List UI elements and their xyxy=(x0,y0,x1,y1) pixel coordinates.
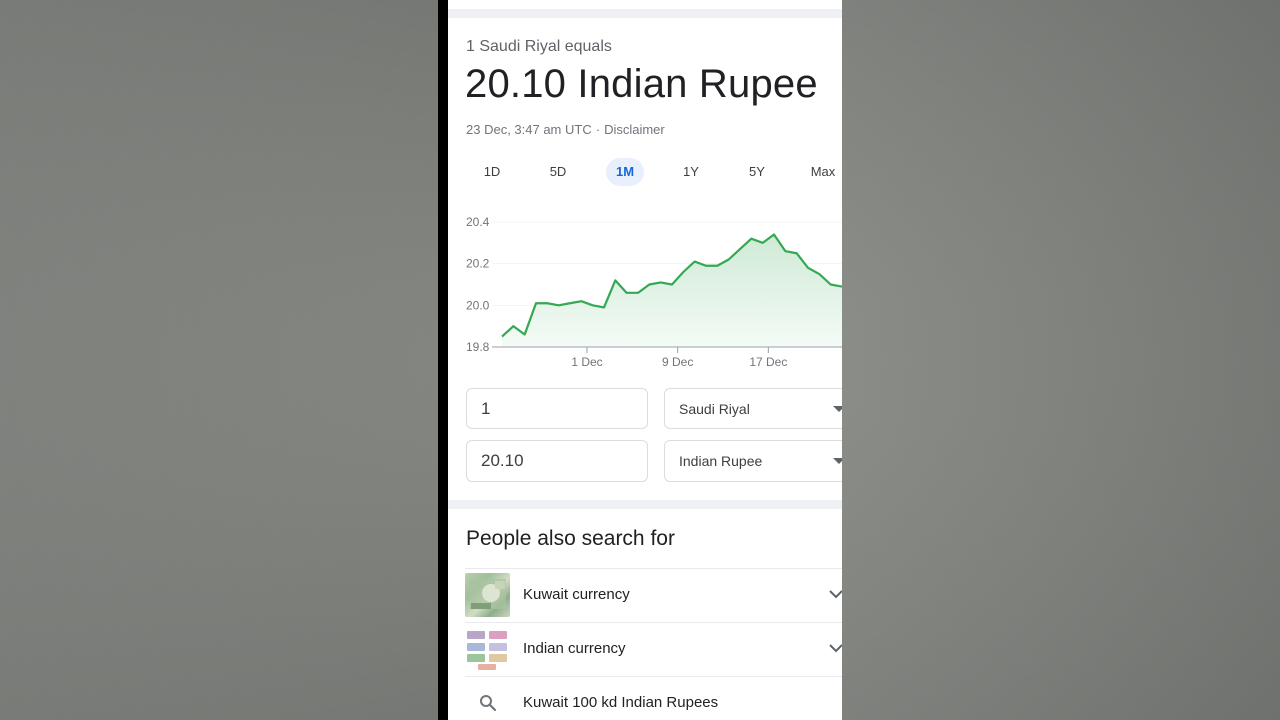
indian-currency-thumbnail xyxy=(465,627,510,671)
tab-1m[interactable]: 1M xyxy=(606,158,644,186)
kuwait-currency-thumbnail xyxy=(465,573,510,617)
x-tick-label: 1 Dec xyxy=(571,355,602,369)
black-bar xyxy=(438,0,448,720)
amount-from-input[interactable]: 1 xyxy=(466,388,648,429)
amount-to-input[interactable]: 20.10 xyxy=(466,440,648,482)
currency-converter-card: 1 Saudi Riyal equals 20.10 Indian Rupee … xyxy=(448,18,842,500)
pasf-item-kuwait-100kd[interactable]: Kuwait 100 kd Indian Rupees xyxy=(465,676,842,720)
exchange-rate-chart: 20.4 20.2 20.0 19.8 1 Dec 9 Dec 17 Dec xyxy=(448,208,842,378)
currency-from-value: Saudi Riyal xyxy=(679,401,750,417)
y-tick-label: 20.0 xyxy=(466,298,490,312)
converter-subtitle: 1 Saudi Riyal equals xyxy=(466,38,612,55)
tab-max[interactable]: Max xyxy=(804,158,842,186)
pasf-item-label: Kuwait 100 kd Indian Rupees xyxy=(523,694,719,711)
pasf-item-kuwait-currency[interactable]: Kuwait currency xyxy=(465,568,842,622)
video-background-right xyxy=(842,0,1280,720)
caret-down-icon xyxy=(833,458,842,464)
currency-from-select[interactable]: Saudi Riyal xyxy=(664,388,842,429)
chevron-down-icon[interactable] xyxy=(826,584,842,604)
timestamp: 23 Dec, 3:47 am UTC xyxy=(466,122,592,137)
meta-separator: · xyxy=(595,122,601,137)
tab-5y[interactable]: 5Y xyxy=(739,158,775,186)
amount-to-value: 20.10 xyxy=(481,451,524,470)
currency-to-select[interactable]: Indian Rupee xyxy=(664,440,842,482)
conversion-meta: 23 Dec, 3:47 am UTC · Disclaimer xyxy=(466,122,665,137)
y-tick-label: 20.2 xyxy=(466,257,490,271)
currency-to-value: Indian Rupee xyxy=(679,453,763,469)
y-tick-label: 19.8 xyxy=(466,340,490,354)
section-divider-top xyxy=(448,9,842,18)
tab-1d[interactable]: 1D xyxy=(474,158,510,186)
tab-5d[interactable]: 5D xyxy=(540,158,576,186)
people-also-search-title: People also search for xyxy=(466,527,675,550)
x-tick-label: 9 Dec xyxy=(662,355,693,369)
range-tabs: 1D 5D 1M 1Y 5Y Max xyxy=(448,158,842,188)
chevron-down-icon[interactable] xyxy=(826,638,842,658)
amount-from-value: 1 xyxy=(481,399,491,418)
caret-down-icon xyxy=(833,406,842,412)
video-background-left xyxy=(0,0,438,720)
pasf-item-indian-currency[interactable]: Indian currency xyxy=(465,622,842,676)
tab-1y[interactable]: 1Y xyxy=(673,158,709,186)
pasf-item-label: Indian currency xyxy=(523,640,626,657)
x-tick-label: 17 Dec xyxy=(749,355,787,369)
search-icon xyxy=(480,695,497,712)
y-tick-label: 20.4 xyxy=(466,215,490,229)
phone-screen: 1 Saudi Riyal equals 20.10 Indian Rupee … xyxy=(448,0,842,720)
conversion-result: 20.10 Indian Rupee xyxy=(465,62,818,106)
chart-svg: 20.4 20.2 20.0 19.8 1 Dec 9 Dec 17 Dec xyxy=(466,215,842,369)
disclaimer-link[interactable]: Disclaimer xyxy=(604,122,665,137)
section-divider xyxy=(448,500,842,509)
pasf-item-label: Kuwait currency xyxy=(523,586,630,603)
